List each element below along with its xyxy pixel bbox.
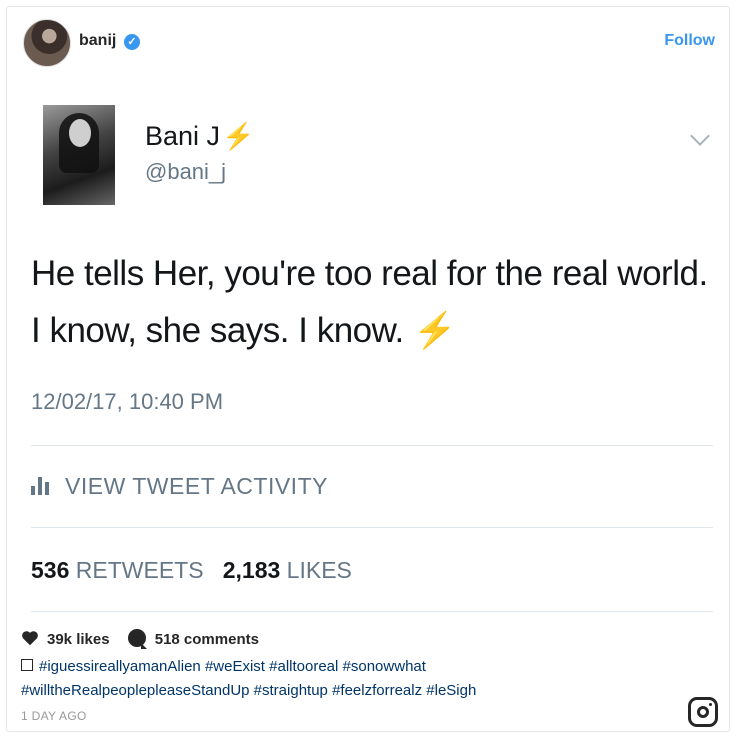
lightning-icon: ⚡ <box>412 311 457 350</box>
likes-count[interactable]: 39k likes <box>47 631 110 648</box>
comments-count[interactable]: 518 comments <box>155 631 259 648</box>
tweet-text: He tells Her, you're too real for the re… <box>31 254 708 350</box>
divider <box>31 611 713 612</box>
hashtag[interactable]: #leSigh <box>426 682 476 699</box>
lightning-icon: ⚡ <box>222 121 255 151</box>
hashtag[interactable]: #willtheRealpeoplepleaseStandUp <box>21 682 250 699</box>
comment-icon[interactable] <box>127 629 147 649</box>
tweet-stats: 536 RETWEETS 2,183 LIKES <box>31 557 352 584</box>
tweet-screenshot: Bani J⚡ @bani_j He tells Her, you're too… <box>7 77 729 617</box>
instagram-post-card: banij ✓ Follow Bani J⚡ @bani_j He tells … <box>6 6 730 732</box>
caption: #iguessireallyamanAlien #weExist #alltoo… <box>21 655 621 703</box>
hashtag[interactable]: #alltooreal <box>269 658 338 675</box>
engagement-row: 39k likes 518 comments <box>21 629 259 649</box>
bar-chart-icon <box>31 477 51 495</box>
retweet-count: 536 <box>31 557 70 583</box>
like-label: LIKES <box>286 557 352 583</box>
instagram-logo-icon[interactable] <box>688 697 718 727</box>
like-count: 2,183 <box>222 557 281 583</box>
post-time-ago: 1 DAY AGO <box>21 709 87 723</box>
tweet-handle: @bani_j <box>145 159 227 184</box>
post-footer: 39k likes 518 comments #iguessireallyama… <box>7 617 729 733</box>
follow-button[interactable]: Follow <box>664 32 715 50</box>
divider <box>31 527 713 528</box>
verified-badge-icon: ✓ <box>124 34 140 50</box>
chevron-down-icon <box>690 126 710 146</box>
avatar[interactable] <box>23 19 71 67</box>
hashtag[interactable]: #straightup <box>254 682 328 699</box>
tweet-timestamp: 12/02/17, 10:40 PM <box>31 389 224 414</box>
post-header: banij ✓ Follow <box>7 7 729 77</box>
divider <box>31 445 713 446</box>
heart-icon[interactable] <box>21 630 39 646</box>
tweet-activity-link: VIEW TWEET ACTIVITY <box>31 473 328 500</box>
username[interactable]: banij <box>79 32 116 50</box>
tweet-avatar <box>43 105 115 205</box>
hashtag[interactable]: #feelzforrealz <box>332 682 422 699</box>
hashtag[interactable]: #sonowwhat <box>343 658 426 675</box>
hashtag[interactable]: #weExist <box>205 658 265 675</box>
retweet-label: RETWEETS <box>75 557 204 583</box>
hashtag[interactable]: #iguessireallyamanAlien <box>39 658 201 675</box>
tweet-display-name: Bani J⚡ <box>145 121 255 151</box>
square-emoji-icon <box>21 659 33 671</box>
